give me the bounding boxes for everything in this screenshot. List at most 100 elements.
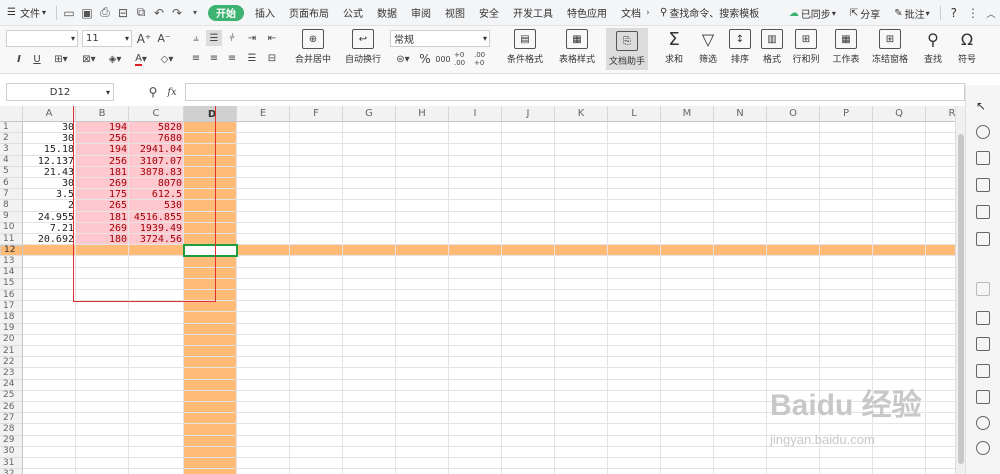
collapse-ribbon-icon[interactable]: ︿ [982,0,1000,26]
row-header-1[interactable]: 1 [0,122,23,134]
conditional-format-button[interactable]: ▤ 条件格式 [500,26,550,65]
chart-icon[interactable] [976,232,990,246]
indent-icon[interactable]: ⇥ [244,30,260,46]
picture-icon[interactable] [976,390,990,404]
tab-formulas[interactable]: 公式 [336,0,370,26]
worksheet-button[interactable]: ▦ 工作表 [828,26,864,65]
align-center-icon[interactable]: ≡ [206,50,222,66]
tab-home[interactable]: 开始 [207,4,244,21]
column-header-l[interactable]: L [608,106,661,122]
name-box[interactable]: D12 ▾ [6,83,114,101]
archive-icon[interactable] [976,364,990,378]
column-header-p[interactable]: P [820,106,873,122]
cell-a2[interactable]: 30 [23,133,76,144]
cursor-icon[interactable]: ↖ [976,99,986,113]
tab-features[interactable]: 特色应用 [560,0,614,26]
currency-icon[interactable]: ⊜▾ [392,50,414,68]
cell-a6[interactable]: 30 [23,178,76,189]
redo-icon[interactable]: ↷ [168,0,186,26]
column-header-o[interactable]: O [767,106,820,122]
tab-page-layout[interactable]: 页面布局 [282,0,336,26]
tab-security[interactable]: 安全 [472,0,506,26]
row-header-15[interactable]: 15 [0,278,23,290]
row-header-28[interactable]: 28 [0,424,23,436]
scroll-thumb[interactable] [958,134,964,464]
thousands-button[interactable]: 000 [434,50,452,68]
open-icon[interactable]: ▭ [60,0,78,26]
print-preview-icon[interactable]: ⊟ [114,0,132,26]
help-button[interactable]: ? [944,0,964,26]
annotate-button[interactable]: ✎ 批注 ▾ [887,0,936,26]
cell-a9[interactable]: 24.955 [23,212,76,223]
row-header-13[interactable]: 13 [0,256,23,268]
cell-a10[interactable]: 7.21 [23,223,76,234]
row-header-27[interactable]: 27 [0,413,23,425]
font-size-select[interactable]: 11 ▾ [82,30,132,47]
row-header-23[interactable]: 23 [0,368,23,380]
save-icon[interactable]: ▣ [78,0,96,26]
cell-a5[interactable]: 21.43 [23,167,76,178]
image-icon[interactable] [976,205,990,219]
row-header-25[interactable]: 25 [0,390,23,402]
row-header-3[interactable]: 3 [0,144,23,156]
row-header-5[interactable]: 5 [0,166,23,178]
backup-icon[interactable] [976,282,990,296]
export-doc-icon[interactable] [976,337,990,351]
row-header-10[interactable]: 10 [0,222,23,234]
number-format-select[interactable]: 常规 ▾ [390,30,490,47]
column-header-h[interactable]: H [396,106,449,122]
font-color-icon[interactable]: A ▾ [130,50,152,68]
underline-icon[interactable]: U [30,50,44,68]
row-header-9[interactable]: 9 [0,211,23,223]
column-header-m[interactable]: M [661,106,714,122]
tab-developer[interactable]: 开发工具 [506,0,560,26]
fx-button[interactable]: fx [164,83,180,101]
row-header-12[interactable]: 12 [0,245,23,257]
cell-a1[interactable]: 30 [23,122,76,133]
row-header-11[interactable]: 11 [0,234,23,246]
row-header-18[interactable]: 18 [0,312,23,324]
doc-helper-button[interactable]: ⎘ 文档助手 [606,28,648,70]
sort-button[interactable]: ↕ 排序 [724,26,756,65]
cell-a8[interactable]: 2 [23,200,76,211]
decrease-font-icon[interactable]: A⁻ [156,30,172,47]
sync-button[interactable]: ☁ 已同步 ▾ [782,0,843,26]
row-header-24[interactable]: 24 [0,379,23,391]
sum-button[interactable]: Σ 求和 [658,26,690,66]
percent-button[interactable]: % [418,50,432,68]
more-icon[interactable]: ▾ [186,0,204,26]
symbol-button[interactable]: Ω 符号 [952,26,982,66]
table-icon[interactable] [976,178,990,192]
tab-view[interactable]: 视图 [438,0,472,26]
row-header-14[interactable]: 14 [0,267,23,279]
merge-center-button[interactable]: ⊕ 合并居中 [290,26,336,65]
column-header-r[interactable]: R [926,106,955,122]
cell-a11[interactable]: 20.692 [23,234,76,245]
tab-data[interactable]: 数据 [370,0,404,26]
column-header-i[interactable]: I [449,106,502,122]
increase-font-icon[interactable]: A⁺ [136,30,152,47]
justify-icon[interactable]: ☰ [244,50,260,66]
tab-document[interactable]: 文档 [614,0,643,26]
decrease-decimal-button[interactable]: .00 +0 [474,50,492,68]
merge-style-icon[interactable]: ⊠▾ [78,50,100,68]
column-header-e[interactable]: E [237,106,290,122]
column-header-g[interactable]: G [343,106,396,122]
share-doc-icon[interactable] [976,311,990,325]
column-header-j[interactable]: J [502,106,555,122]
column-header-a[interactable]: A [23,106,76,122]
row-header-16[interactable]: 16 [0,290,23,302]
align-top-icon[interactable]: ⫨ [188,30,204,46]
row-header-21[interactable]: 21 [0,346,23,358]
cell-a4[interactable]: 12.137 [23,156,76,167]
row-header-17[interactable]: 17 [0,301,23,313]
export-icon[interactable]: ⧉ [132,0,150,26]
find-button[interactable]: ⚲ 查找 [918,26,948,66]
cell-a7[interactable]: 3.5 [23,189,76,200]
column-header-q[interactable]: Q [873,106,926,122]
table-style-button[interactable]: ▦ 表格样式 [552,26,602,65]
align-middle-icon[interactable]: ☰ [206,30,222,46]
undo-icon[interactable]: ↶ [150,0,168,26]
wrap-text-button[interactable]: ↩ 自动换行 [340,26,386,65]
row-header-32[interactable]: 32 [0,469,23,474]
